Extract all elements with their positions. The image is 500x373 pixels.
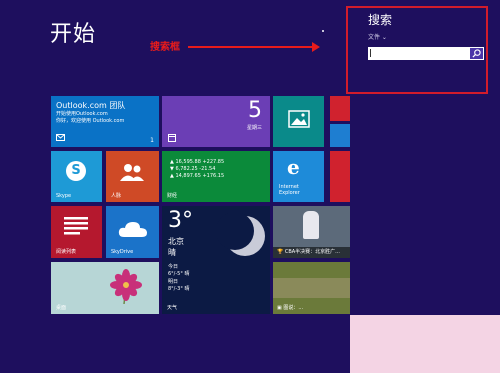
tile-partial-2[interactable] bbox=[330, 124, 350, 147]
tile-finance[interactable]: ▲ 16,595.88 +227.85 ▼ 6,782.25 -21.54 ▲ … bbox=[162, 151, 270, 202]
sports-headline: 🏆 CBA半决赛：北京胜广... bbox=[277, 249, 340, 255]
mail-icon bbox=[56, 134, 65, 141]
reading-list-label: 阅读列表 bbox=[56, 249, 77, 255]
weather-label: 天气 bbox=[167, 305, 178, 311]
text-caret bbox=[370, 49, 371, 57]
sports-photo bbox=[303, 211, 319, 239]
tile-weather[interactable]: 3° 北京 晴 今日 6°/-5° 晴 明日 8°/-3° 晴 天气 bbox=[162, 206, 270, 314]
outlook-title: Outlook.com 团队 bbox=[56, 101, 126, 110]
tile-partial-1[interactable] bbox=[330, 96, 350, 121]
cursor-dot bbox=[322, 30, 324, 32]
tile-partial-3[interactable] bbox=[330, 151, 350, 202]
tile-skype[interactable]: S Skype bbox=[51, 151, 102, 202]
skype-label: Skype bbox=[56, 193, 72, 199]
search-panel: 搜索 文件 ⌄ bbox=[346, 6, 488, 94]
outlook-count: 1 bbox=[150, 137, 154, 144]
weather-tomorrow: 明日 bbox=[168, 279, 179, 285]
people-icon bbox=[120, 164, 144, 181]
cloud-icon bbox=[118, 222, 147, 237]
weather-city: 北京 bbox=[168, 237, 184, 246]
desktop-label: 桌面 bbox=[56, 305, 67, 311]
ie-label-line2: Explorer bbox=[279, 190, 300, 196]
skydrive-label: SkyDrive bbox=[111, 249, 134, 255]
finance-label: 财经 bbox=[167, 193, 178, 199]
tile-calendar[interactable]: 5 星期三 bbox=[162, 96, 270, 147]
outlook-line1: 开始使用Outlook.com bbox=[56, 111, 108, 117]
photos-icon bbox=[288, 110, 310, 128]
reading-list-icon bbox=[64, 217, 88, 235]
search-button[interactable] bbox=[470, 48, 483, 59]
search-icon bbox=[472, 49, 481, 58]
tile-internet-explorer[interactable]: e Internet Explorer bbox=[273, 151, 324, 202]
moon-icon bbox=[217, 212, 265, 256]
outlook-line2: 你好，欢迎使用 Outlook.com bbox=[56, 118, 125, 124]
search-title: 搜索 bbox=[368, 13, 393, 27]
corner-overlay bbox=[350, 315, 500, 373]
start-title: 开始 bbox=[50, 22, 97, 47]
weather-tomorrow-value: 8°/-3° 晴 bbox=[168, 286, 190, 292]
tile-photos[interactable] bbox=[273, 96, 324, 147]
calendar-icon bbox=[168, 134, 176, 142]
calendar-day: 5 bbox=[248, 98, 262, 123]
calendar-weekday: 星期三 bbox=[246, 125, 262, 131]
search-box-annotation: 搜索框 bbox=[150, 42, 180, 53]
ie-icon: e bbox=[287, 155, 300, 179]
skype-icon: S bbox=[66, 161, 86, 181]
finance-row-3: ▲ 14,897.65 +176.15 bbox=[170, 173, 225, 179]
weather-today: 今日 bbox=[168, 264, 179, 270]
tile-desktop[interactable]: 桌面 bbox=[51, 262, 159, 314]
news-photo bbox=[273, 278, 350, 298]
people-label: 人脉 bbox=[111, 193, 122, 199]
tile-skydrive[interactable]: SkyDrive bbox=[106, 206, 159, 258]
weather-condition: 晴 bbox=[168, 248, 176, 257]
news-headline: ▣ 图说：... bbox=[277, 305, 304, 311]
weather-today-value: 6°/-5° 晴 bbox=[168, 271, 190, 277]
tile-outlook[interactable]: Outlook.com 团队 开始使用Outlook.com 你好，欢迎使用 O… bbox=[51, 96, 159, 147]
tile-news[interactable]: ▣ 图说：... bbox=[273, 262, 350, 314]
tile-sports[interactable]: 🏆 CBA半决赛：北京胜广... bbox=[273, 206, 350, 258]
tile-reading-list[interactable]: 阅读列表 bbox=[51, 206, 102, 258]
finance-row-1: ▲ 16,595.88 +227.85 bbox=[170, 159, 225, 165]
weather-temp: 3° bbox=[168, 208, 193, 233]
finance-row-2: ▼ 6,782.25 -21.54 bbox=[170, 166, 216, 172]
flower-wallpaper bbox=[110, 269, 142, 304]
tile-people[interactable]: 人脉 bbox=[106, 151, 159, 202]
search-input[interactable] bbox=[368, 47, 484, 60]
annotation-arrow-head bbox=[312, 42, 320, 52]
annotation-arrow bbox=[188, 46, 314, 48]
search-scope-dropdown[interactable]: 文件 ⌄ bbox=[368, 32, 387, 41]
